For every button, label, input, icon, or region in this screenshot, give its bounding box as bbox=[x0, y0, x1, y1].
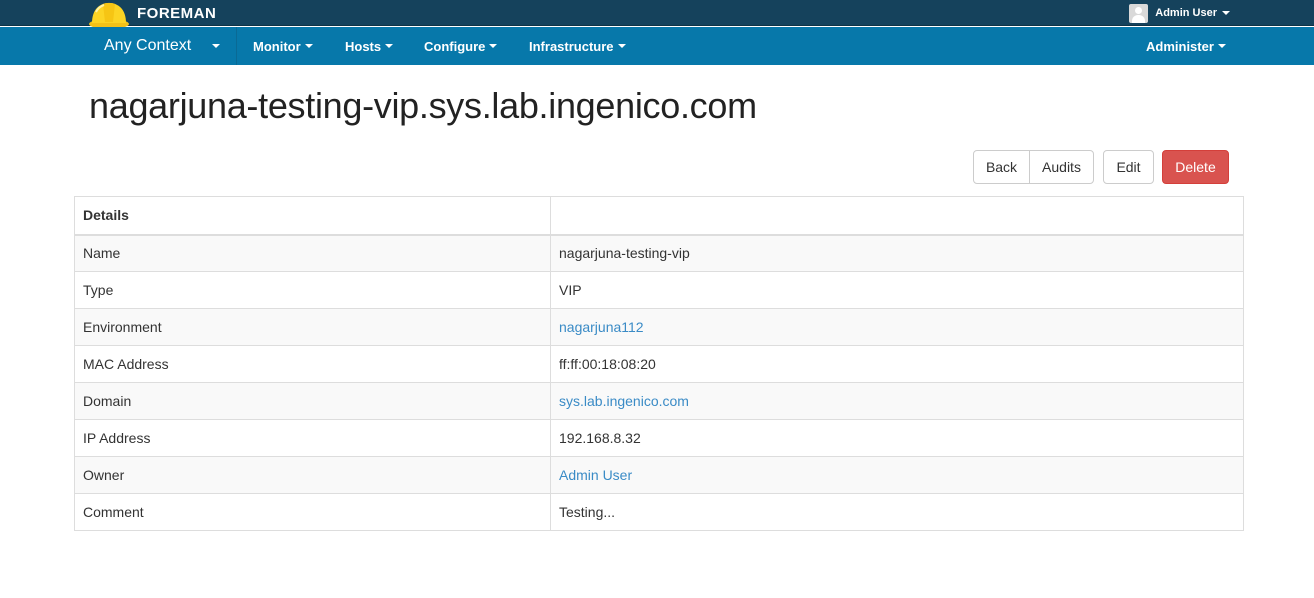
chevron-down-icon bbox=[1222, 11, 1230, 15]
chevron-down-icon bbox=[304, 44, 313, 48]
nav-hosts[interactable]: Hosts bbox=[345, 27, 394, 65]
top-bar: FOREMAN Admin User bbox=[0, 0, 1314, 29]
row-value: Testing... bbox=[550, 493, 1244, 531]
table-row: Environment nagarjuna112 bbox=[74, 308, 1244, 346]
edit-button[interactable]: Edit bbox=[1103, 150, 1154, 184]
foreman-helmet-logo bbox=[88, 0, 130, 30]
table-row: Comment Testing... bbox=[74, 493, 1244, 531]
nav-monitor[interactable]: Monitor bbox=[253, 27, 313, 65]
table-row: Type VIP bbox=[74, 271, 1244, 309]
domain-link[interactable]: sys.lab.ingenico.com bbox=[559, 393, 689, 409]
nav-infrastructure-label: Infrastructure bbox=[529, 38, 614, 54]
row-label: Comment bbox=[74, 493, 551, 531]
nav-configure-label: Configure bbox=[424, 38, 486, 54]
table-row: MAC Address ff:ff:00:18:08:20 bbox=[74, 345, 1244, 383]
row-value-cell: nagarjuna112 bbox=[550, 308, 1244, 346]
table-row: IP Address 192.168.8.32 bbox=[74, 419, 1244, 457]
row-value: ff:ff:00:18:08:20 bbox=[550, 345, 1244, 383]
row-value: nagarjuna-testing-vip bbox=[550, 234, 1244, 272]
page-title: nagarjuna-testing-vip.sys.lab.ingenico.c… bbox=[89, 85, 757, 126]
table-row: Owner Admin User bbox=[74, 456, 1244, 494]
brand-name: FOREMAN bbox=[137, 4, 217, 22]
brand[interactable]: FOREMAN bbox=[88, 0, 217, 29]
row-value-cell: sys.lab.ingenico.com bbox=[550, 382, 1244, 420]
details-header-empty bbox=[550, 196, 1244, 236]
row-label: Domain bbox=[74, 382, 551, 420]
nav-hosts-label: Hosts bbox=[345, 38, 382, 54]
row-label: Type bbox=[74, 271, 551, 309]
row-value-cell: Admin User bbox=[550, 456, 1244, 494]
user-menu[interactable]: Admin User bbox=[1129, 0, 1230, 26]
environment-link[interactable]: nagarjuna112 bbox=[559, 319, 644, 335]
delete-button[interactable]: Delete bbox=[1162, 150, 1229, 184]
nav-monitor-label: Monitor bbox=[253, 38, 301, 54]
chevron-down-icon bbox=[489, 44, 498, 48]
chevron-down-icon bbox=[212, 44, 220, 48]
main-navbar: Any Context Monitor Hosts Configure Infr… bbox=[0, 27, 1314, 65]
nav-configure[interactable]: Configure bbox=[424, 27, 498, 65]
table-row: Domain sys.lab.ingenico.com bbox=[74, 382, 1244, 420]
row-value: 192.168.8.32 bbox=[550, 419, 1244, 457]
chevron-down-icon bbox=[1217, 44, 1226, 48]
user-name: Admin User bbox=[1155, 7, 1217, 19]
user-avatar-icon bbox=[1129, 3, 1149, 23]
owner-link[interactable]: Admin User bbox=[559, 467, 632, 483]
row-label: Environment bbox=[74, 308, 551, 346]
table-row: Name nagarjuna-testing-vip bbox=[74, 234, 1244, 272]
row-label: Name bbox=[74, 234, 551, 272]
nav-infrastructure[interactable]: Infrastructure bbox=[529, 27, 626, 65]
row-label: MAC Address bbox=[74, 345, 551, 383]
details-header: Details bbox=[74, 196, 551, 236]
nav-administer[interactable]: Administer bbox=[1146, 27, 1226, 65]
audits-button[interactable]: Audits bbox=[1029, 150, 1094, 184]
context-label: Any Context bbox=[104, 37, 192, 54]
back-button[interactable]: Back bbox=[973, 150, 1030, 184]
row-value: VIP bbox=[550, 271, 1244, 309]
context-selector[interactable]: Any Context bbox=[88, 27, 237, 65]
nav-administer-label: Administer bbox=[1146, 38, 1214, 54]
chevron-down-icon bbox=[617, 44, 626, 48]
row-label: IP Address bbox=[74, 419, 551, 457]
details-table: Details Name nagarjuna-testing-vip Type … bbox=[74, 196, 1244, 531]
row-label: Owner bbox=[74, 456, 551, 494]
chevron-down-icon bbox=[385, 44, 394, 48]
table-header-row: Details bbox=[74, 196, 1244, 236]
